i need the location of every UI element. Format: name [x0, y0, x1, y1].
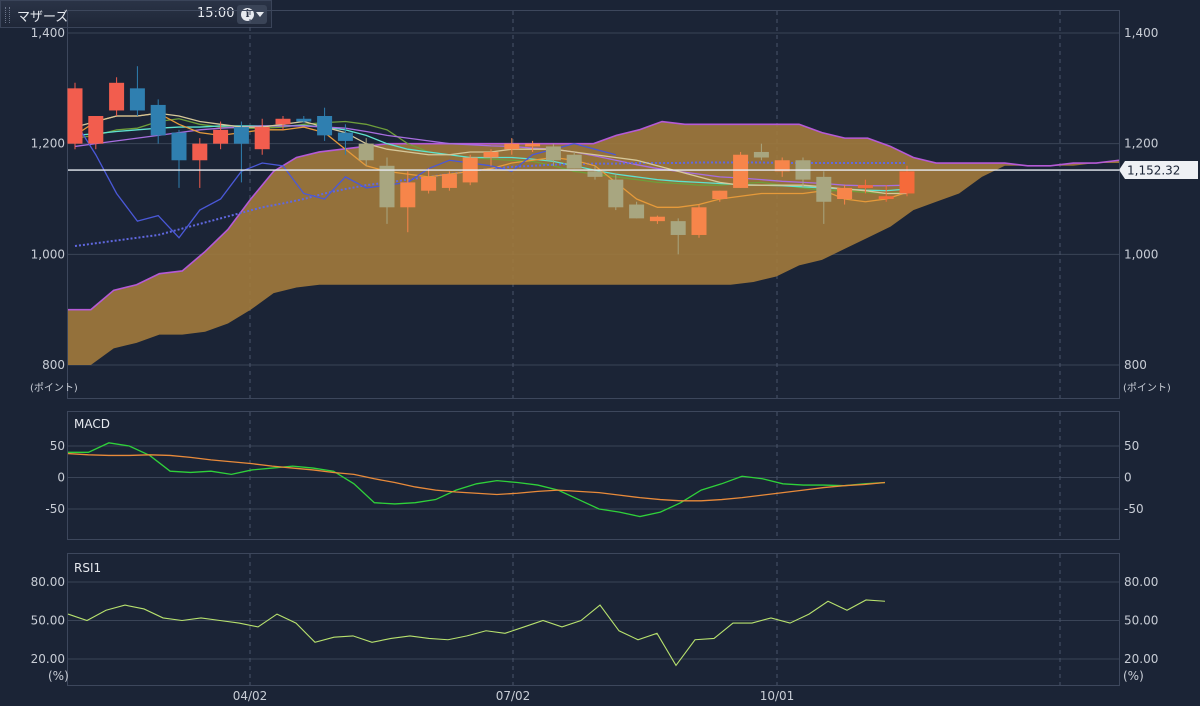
candle-body — [753, 151, 769, 158]
candle-body — [649, 216, 665, 222]
rsi-ytick-right: 20.00 — [1124, 652, 1158, 666]
candle-body — [712, 190, 728, 199]
candle-body — [816, 176, 832, 202]
candle-body — [733, 154, 749, 188]
macd-ytick-left: 50 — [50, 439, 65, 453]
macd-ytick-left: 0 — [57, 471, 65, 485]
candle-body — [878, 196, 894, 199]
rsi-ytick-left: 20.00 — [31, 652, 65, 666]
price-unit-right: (ポイント) — [1123, 382, 1171, 394]
price-unit-left: (ポイント) — [30, 382, 78, 394]
rsi-line — [67, 599, 886, 667]
candle-body — [88, 116, 104, 144]
macd-ytick-right: -50 — [1124, 502, 1144, 516]
candle-body — [109, 82, 125, 111]
price-ytick-left: 800 — [42, 358, 65, 372]
candle-body — [691, 207, 707, 235]
candle-body — [525, 143, 541, 147]
candle-body — [608, 179, 624, 208]
candle-body — [296, 118, 312, 122]
candle-body — [129, 88, 145, 111]
price-ytick-left: 1,000 — [31, 247, 65, 261]
candle-body — [233, 127, 249, 144]
rsi-ytick-right: 50.00 — [1124, 614, 1158, 628]
candle-body — [67, 88, 83, 144]
candle-body — [275, 118, 291, 125]
last-price-label: 1,152.32 — [1127, 164, 1180, 178]
macd-panel-title: MACD — [74, 417, 110, 431]
price-ytick-left: 1,200 — [31, 137, 65, 151]
candle-body — [400, 182, 416, 208]
candle-body — [421, 176, 437, 191]
candle-body — [171, 132, 187, 161]
candle-body — [379, 165, 395, 208]
date-xtick: 07/02 — [496, 689, 531, 703]
rsi-panel-title: RSI1 — [74, 561, 101, 575]
candle-body — [254, 127, 270, 150]
rsi-panel-frame — [67, 553, 1120, 686]
rsi-ytick-right: 80.00 — [1124, 575, 1158, 589]
candle-body — [483, 151, 499, 158]
macd-macd-line — [68, 442, 886, 518]
candle-body — [587, 171, 603, 177]
date-xtick: 10/01 — [760, 689, 795, 703]
candle-body — [213, 129, 229, 144]
candle-body — [150, 104, 166, 136]
rsi-ytick-left: 80.00 — [31, 575, 65, 589]
candle-body — [857, 185, 873, 188]
rsi-unit-right: (%) — [1123, 669, 1144, 683]
candle-body — [566, 154, 582, 169]
candle-body — [504, 143, 520, 150]
candle-body — [837, 187, 853, 199]
candle-body — [441, 174, 457, 188]
candle-body — [358, 143, 374, 161]
price-ytick-right: 800 — [1124, 358, 1147, 372]
price-ytick-right: 1,400 — [1124, 26, 1158, 40]
macd-panel-frame — [67, 411, 1120, 540]
candle-body — [192, 143, 208, 161]
candle-body — [317, 116, 333, 136]
candle-body — [899, 171, 915, 194]
chart-area: MACD RSI1 (ポイント) (ポイント) (%) (%) 1,152.32… — [30, 10, 1198, 703]
rsi-unit-left: (%) — [48, 669, 69, 683]
price-ytick-right: 1,000 — [1124, 247, 1158, 261]
price-ytick-right: 1,200 — [1124, 137, 1158, 151]
macd-ytick-right: 50 — [1124, 439, 1139, 453]
date-xtick: 04/02 — [233, 689, 268, 703]
candle-body — [670, 221, 686, 235]
macd-ytick-right: 0 — [1124, 471, 1132, 485]
rsi-ytick-left: 50.00 — [31, 614, 65, 628]
macd-ytick-left: -50 — [45, 502, 65, 516]
candle-body — [337, 132, 353, 141]
candle-body — [545, 146, 561, 161]
candle-body — [629, 204, 645, 219]
ichimoku-cloud — [68, 121, 1119, 366]
price-ytick-left: 1,400 — [31, 26, 65, 40]
